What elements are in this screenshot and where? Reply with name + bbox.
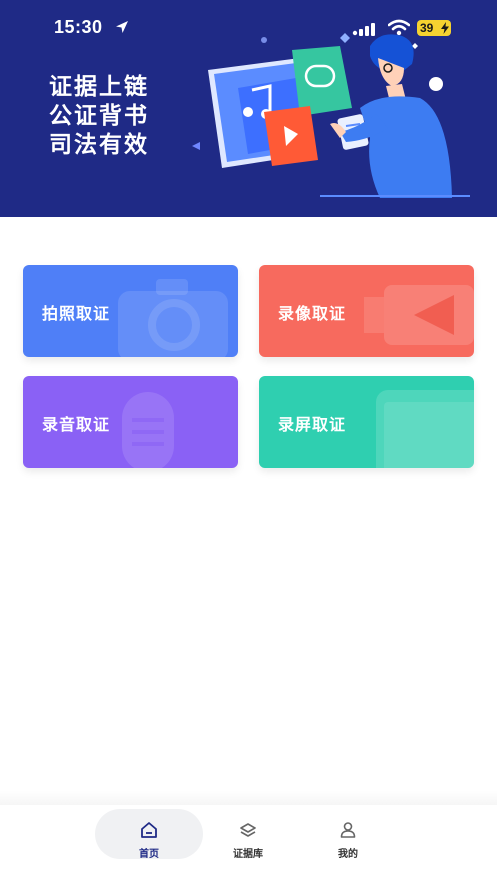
nav-item-evidence-library[interactable]: 证据库: [194, 809, 302, 860]
banner-slogan: 证据上链 公证背书 司法有效: [49, 72, 149, 159]
status-time: 15:30: [54, 17, 103, 37]
photo-evidence-card[interactable]: 拍照取证: [23, 265, 238, 357]
nav-shadow: [0, 790, 497, 806]
bottom-nav: 首页 证据库 我的: [0, 805, 497, 883]
video-evidence-label: 录像取证: [278, 306, 347, 323]
banner-illustration: [192, 33, 470, 198]
slogan-line-1: 证据上链: [49, 73, 149, 99]
nav-item-mine[interactable]: 我的: [294, 809, 402, 860]
home-icon: [141, 822, 157, 838]
location-arrow-icon: [116, 21, 128, 33]
phone-screen-icon: [376, 390, 474, 468]
video-evidence-card[interactable]: 录像取证: [259, 265, 474, 357]
microphone-icon: [122, 392, 174, 468]
screen-record-evidence-label: 录屏取证: [278, 417, 347, 434]
user-icon: [340, 822, 356, 838]
nav-label-mine: 我的: [338, 849, 358, 860]
audio-evidence-label: 录音取证: [42, 417, 111, 434]
slogan-line-2: 公证背书: [49, 102, 149, 128]
audio-evidence-card[interactable]: 录音取证: [23, 376, 238, 468]
slogan-line-3: 司法有效: [49, 131, 149, 157]
video-camera-icon: [364, 285, 474, 345]
photo-evidence-label: 拍照取证: [42, 306, 111, 323]
nav-item-home[interactable]: 首页: [95, 809, 203, 860]
header-banner: 15:30 39 证据上链 公证背书 司法有效: [0, 0, 497, 217]
layers-icon: [240, 823, 256, 837]
nav-label-home: 首页: [139, 849, 159, 860]
camera-icon: [118, 279, 228, 357]
nav-label-evidence-library: 证据库: [233, 849, 263, 860]
screen-record-evidence-card[interactable]: 录屏取证: [259, 376, 474, 468]
